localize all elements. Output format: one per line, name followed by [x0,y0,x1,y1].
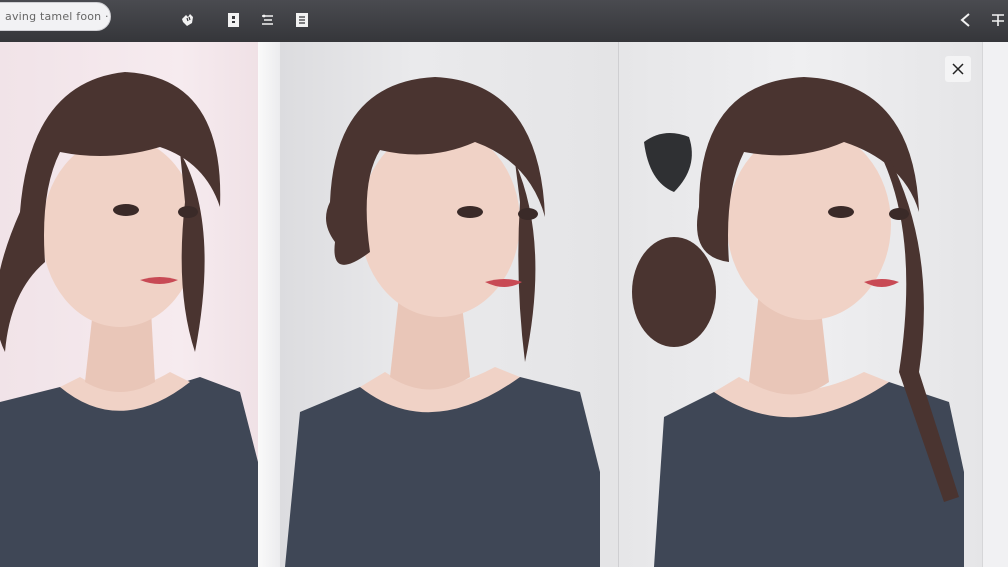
image-panel-1[interactable] [0,42,258,567]
list-settings-icon[interactable] [258,10,278,30]
top-toolbar: aving tamel foon · [0,0,1008,42]
document-icon[interactable] [292,10,312,30]
text-cursor-icon[interactable] [988,10,1008,30]
image-panel-edge [982,42,1008,567]
close-icon[interactable] [945,56,971,82]
search-field[interactable]: aving tamel foon · [0,2,111,31]
portrait-1 [0,72,258,567]
hand-pointer-icon[interactable] [178,10,198,30]
portrait-3 [632,77,964,567]
back-chevron-icon[interactable] [956,10,976,30]
portrait-2 [285,77,600,567]
search-field-text: aving tamel foon · [5,10,109,23]
file-icon[interactable] [224,10,244,30]
image-panel-3[interactable] [618,42,983,567]
image-panel-2[interactable] [280,42,618,567]
panel-divider [258,42,280,567]
